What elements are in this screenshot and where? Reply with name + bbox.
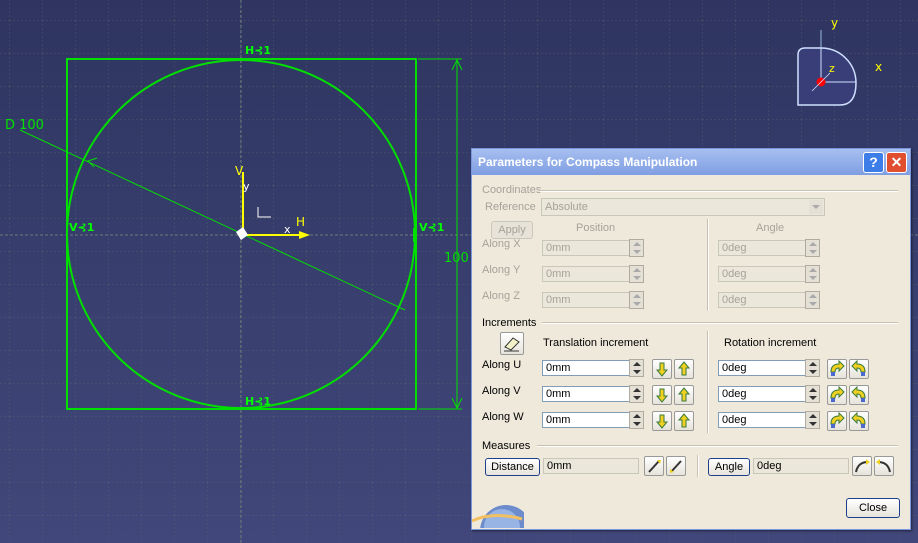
rotate-cw-icon[interactable] <box>849 359 869 379</box>
measures-section-label: Measures <box>482 440 531 452</box>
eraser-icon[interactable] <box>500 332 524 355</box>
help-button[interactable]: ? <box>863 152 884 173</box>
angle-button[interactable]: Angle <box>708 458 750 476</box>
distance-value: 0mm <box>543 458 639 474</box>
spin-arrows-icon[interactable] <box>805 359 820 377</box>
arrow-up-icon[interactable] <box>674 359 694 379</box>
spin-arrows-icon[interactable] <box>629 291 644 309</box>
compass-parameters-dialog: Parameters for Compass Manipulation ? ✕ … <box>471 148 911 530</box>
spin-arrows-icon[interactable] <box>805 239 820 257</box>
rotation-increment-u[interactable]: 0deg <box>718 360 806 376</box>
sketch-axis-h-label: H <box>296 215 306 229</box>
spin-arrows-icon[interactable] <box>629 265 644 283</box>
coord-row-label: Along Y <box>482 264 521 276</box>
increment-row-label: Along U <box>482 359 522 371</box>
spin-arrows-icon[interactable] <box>805 385 820 403</box>
close-button[interactable]: Close <box>846 498 900 518</box>
measure-distance-icon[interactable] <box>644 456 664 476</box>
angle-header: Angle <box>756 222 785 234</box>
spin-arrows-icon[interactable] <box>629 411 644 429</box>
translation-increment-w[interactable]: 0mm <box>542 412 630 428</box>
distance-button[interactable]: Distance <box>485 458 540 476</box>
measure-angle-icon[interactable] <box>852 456 872 476</box>
compass-y-label: y <box>831 16 839 30</box>
measure-distance-2-icon[interactable] <box>666 456 686 476</box>
coordinates-section-label: Coordinates <box>482 184 542 196</box>
chevron-down-icon <box>809 200 823 214</box>
increment-row-label: Along W <box>482 411 524 423</box>
spin-arrows-icon[interactable] <box>805 411 820 429</box>
coord-row-label: Along Z <box>482 290 520 302</box>
reference-label: Reference <box>485 201 536 213</box>
reference-select[interactable]: Absolute <box>541 198 825 216</box>
arrow-down-icon[interactable] <box>652 385 672 405</box>
spin-arrows-icon[interactable] <box>629 359 644 377</box>
rotation-increment-v[interactable]: 0deg <box>718 386 806 402</box>
angle-value: 0deg <box>753 458 849 474</box>
constraint-v-left[interactable]: V⊰1 <box>69 221 94 234</box>
increments-section-label: Increments <box>482 317 537 329</box>
coord-position-y[interactable]: 0mm <box>542 266 630 282</box>
spin-arrows-icon[interactable] <box>629 385 644 403</box>
arrow-up-icon[interactable] <box>674 411 694 431</box>
translation-increment-u[interactable]: 0mm <box>542 360 630 376</box>
diameter-label[interactable]: D 100 <box>5 118 44 133</box>
dimension-label[interactable]: 100 <box>444 251 469 266</box>
coord-position-z[interactable]: 0mm <box>542 292 630 308</box>
apply-button[interactable]: Apply <box>491 221 533 239</box>
arrow-down-icon[interactable] <box>652 359 672 379</box>
position-header: Position <box>576 222 616 234</box>
catia-logo-icon <box>472 491 524 528</box>
sketch-axis-v-label: V <box>235 164 244 178</box>
spin-arrows-icon[interactable] <box>805 291 820 309</box>
compass-z-label: z <box>829 62 835 75</box>
coord-angle-y[interactable]: 0deg <box>718 266 806 282</box>
rotate-cw-icon[interactable] <box>849 385 869 405</box>
sketch-axis-y-label: y <box>243 180 250 193</box>
coord-angle-x[interactable]: 0deg <box>718 240 806 256</box>
constraint-v-right[interactable]: V⊰1 <box>419 221 444 234</box>
close-x-button[interactable]: ✕ <box>886 152 907 173</box>
sketch-axis-x-label: x <box>284 223 291 236</box>
spin-arrows-icon[interactable] <box>805 265 820 283</box>
coord-row-label: Along X <box>482 238 521 250</box>
increment-row-label: Along V <box>482 385 521 397</box>
translation-increment-header: Translation increment <box>543 337 649 349</box>
coord-angle-z[interactable]: 0deg <box>718 292 806 308</box>
rotate-ccw-icon[interactable] <box>827 385 847 405</box>
measure-angle-2-icon[interactable] <box>874 456 894 476</box>
dialog-title: Parameters for Compass Manipulation <box>478 155 698 169</box>
rotation-increment-header: Rotation increment <box>724 337 817 349</box>
compass-x-label: x <box>875 60 883 74</box>
constraint-h-bottom[interactable]: H⊰1 <box>245 395 271 408</box>
spin-arrows-icon[interactable] <box>629 239 644 257</box>
rotation-increment-w[interactable]: 0deg <box>718 412 806 428</box>
rotate-ccw-icon[interactable] <box>827 411 847 431</box>
constraint-h-top[interactable]: H⊰1 <box>245 44 271 57</box>
translation-increment-v[interactable]: 0mm <box>542 386 630 402</box>
rotate-ccw-icon[interactable] <box>827 359 847 379</box>
coord-position-x[interactable]: 0mm <box>542 240 630 256</box>
arrow-up-icon[interactable] <box>674 385 694 405</box>
reference-value: Absolute <box>545 201 588 213</box>
rotate-cw-icon[interactable] <box>849 411 869 431</box>
arrow-down-icon[interactable] <box>652 411 672 431</box>
dialog-titlebar[interactable]: Parameters for Compass Manipulation ? ✕ <box>472 149 910 175</box>
